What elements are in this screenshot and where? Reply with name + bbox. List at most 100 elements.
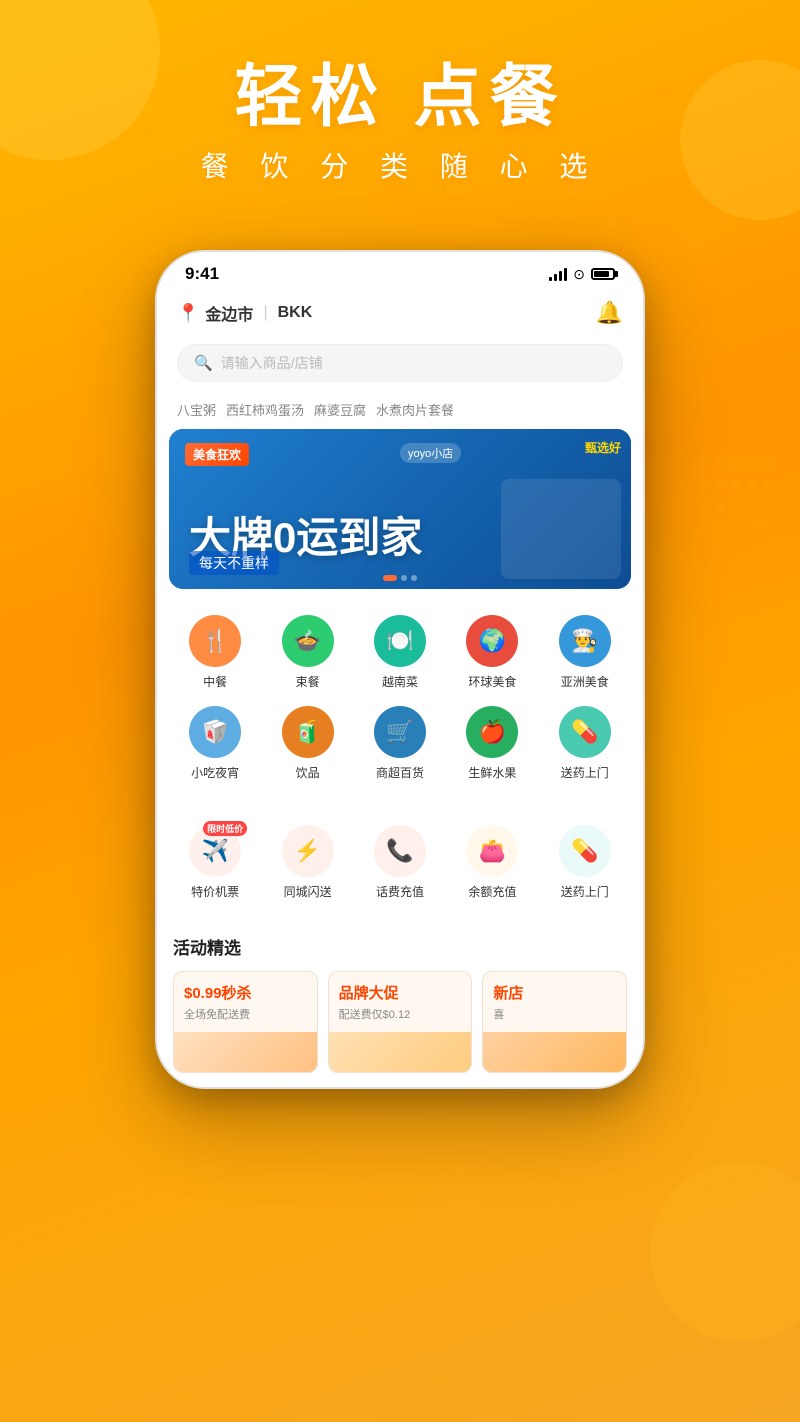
quick-tag-2[interactable]: 西红柿鸡蛋汤 [226,400,304,419]
cat-medicine-icon: 💊 [559,706,611,758]
activity-card-1-desc: 全场免配送费 [184,1006,307,1022]
service-flash[interactable]: ⚡ 同城闪送 [268,825,348,900]
activity-card-1[interactable]: $0.99秒杀 全场免配送费 [173,971,318,1073]
activity-card-3-visual [483,1032,626,1072]
cat-drinks-label: 饮品 [296,764,320,781]
hero-text-area: 轻松 点餐 餐 饮 分 类 随 心 选 [0,60,800,185]
location-divider: | [263,304,267,322]
cat-asian-icon: 👨‍🍳 [559,615,611,667]
service-medicine-delivery[interactable]: 💊 送药上门 [545,825,625,900]
cat-supermarket[interactable]: 🛒 商超百货 [360,706,440,781]
location-area[interactable]: 📍 金边市 | BKK [177,301,312,325]
cat-fresh-label: 生鲜水果 [468,764,516,781]
service-flights[interactable]: 限时低价 ✈️ 特价机票 [175,825,255,900]
cat-khmer-icon: 🍲 [282,615,334,667]
service-medicine-icon-wrap: 💊 [559,825,611,877]
quick-tag-4[interactable]: 水煮肉片套餐 [376,400,454,419]
service-flights-label: 特价机票 [191,883,239,900]
services-section: 限时低价 ✈️ 特价机票 ⚡ 同城闪送 📞 话费充值 [157,813,643,912]
hero-title: 轻松 点餐 [0,60,800,135]
quick-tag-3[interactable]: 麻婆豆腐 [314,400,366,419]
banner-promo-text: 甄选好 [585,439,621,456]
banner-dot-1 [383,575,397,581]
category-row-1: 🍴 中餐 🍲 束餐 🍽️ 越南菜 [169,615,631,690]
app-header: 📍 金边市 | BKK 🔔 [157,290,643,336]
service-flash-label: 同城闪送 [284,883,332,900]
cat-medicine-label: 送药上门 [561,764,609,781]
cat-drinks[interactable]: 🧃 饮品 [268,706,348,781]
cat-medicine[interactable]: 💊 送药上门 [545,706,625,781]
cat-chinese[interactable]: 🍴 中餐 [175,615,255,690]
medicine-icon: 💊 [571,838,598,864]
city-name: 金边市 [205,301,253,325]
phone-mockup: 9:41 ⊙ 📍 金边市 | BKK [155,250,645,1089]
status-icons: ⊙ [549,266,615,283]
service-wallet[interactable]: 👛 余额充值 [452,825,532,900]
cat-supermarket-label: 商超百货 [376,764,424,781]
banner-food-decoration [501,479,621,579]
banner-badge: 美食狂欢 [185,443,249,466]
cat-chinese-label: 中餐 [203,673,227,690]
location-code: BKK [278,304,313,322]
flash-icon: ⚡ [294,838,321,864]
cat-vietnamese-label: 越南菜 [382,673,418,690]
service-phone[interactable]: 📞 话费充值 [360,825,440,900]
cat-drinks-icon: 🧃 [282,706,334,758]
deco-dots [700,460,780,540]
banner-dots [383,575,417,581]
banner-dot-3 [411,575,417,581]
cat-world-icon: 🌍 [466,615,518,667]
cat-vietnamese[interactable]: 🍽️ 越南菜 [360,615,440,690]
search-input[interactable]: 🔍 请输入商品/店铺 [177,344,623,382]
plane-icon: ✈️ [201,838,228,864]
service-wallet-label: 余额充值 [468,883,516,900]
search-bar-container: 🔍 请输入商品/店铺 [157,336,643,394]
cat-fresh-icon: 🍎 [466,706,518,758]
cat-fresh[interactable]: 🍎 生鲜水果 [452,706,532,781]
cat-asian[interactable]: 👨‍🍳 亚洲美食 [545,615,625,690]
status-bar: 9:41 ⊙ [157,252,643,290]
battery-icon [591,268,615,280]
cat-snack-icon: 🥡 [189,706,241,758]
wallet-icon: 👛 [479,838,506,864]
activity-section-title: 活动精选 [173,934,627,959]
activity-section: 活动精选 $0.99秒杀 全场免配送费 品牌大促 配送费仅$0.12 [157,920,643,1087]
activity-card-2-visual [329,1032,472,1072]
activity-card-1-price: $0.99秒杀 [184,982,307,1003]
hero-subtitle: 餐 饮 分 类 随 心 选 [0,145,800,185]
food-categories: 🍴 中餐 🍲 束餐 🍽️ 越南菜 [157,599,643,805]
location-pin-icon: 📍 [177,303,199,324]
category-row-2: 🥡 小吃夜宵 🧃 饮品 🛒 商超百货 [169,706,631,781]
cat-khmer[interactable]: 🍲 束餐 [268,615,348,690]
cat-snack-label: 小吃夜宵 [191,764,239,781]
search-placeholder: 请输入商品/店铺 [221,353,323,373]
cat-snack[interactable]: 🥡 小吃夜宵 [175,706,255,781]
cat-chinese-icon: 🍴 [189,615,241,667]
service-flights-badge: 限时低价 [203,821,247,836]
quick-tags-row: 八宝粥 西红柿鸡蛋汤 麻婆豆腐 水煮肉片套餐 [157,394,643,429]
signal-icon [549,267,567,281]
service-flash-icon-wrap: ⚡ [282,825,334,877]
activity-card-3[interactable]: 新店 喜 [482,971,627,1073]
activity-card-3-price: 新店 [493,982,616,1003]
cat-khmer-label: 束餐 [296,673,320,690]
phone-icon: 📞 [386,838,413,864]
activity-cards-row: $0.99秒杀 全场免配送费 品牌大促 配送费仅$0.12 新店 喜 [173,971,627,1073]
search-icon: 🔍 [194,354,213,372]
quick-tag-1[interactable]: 八宝粥 [177,400,216,419]
service-wallet-icon-wrap: 👛 [466,825,518,877]
service-row: 限时低价 ✈️ 特价机票 ⚡ 同城闪送 📞 话费充值 [169,825,631,900]
banner-dot-2 [401,575,407,581]
status-time: 9:41 [185,264,219,284]
cat-world[interactable]: 🌍 环球美食 [452,615,532,690]
notification-bell-icon[interactable]: 🔔 [596,300,623,326]
cat-world-label: 环球美食 [468,673,516,690]
promo-banner[interactable]: 美食狂欢 yoyo小店 甄选好 大牌0运到家 每天不重样 [169,429,631,589]
activity-card-2-desc: 配送费仅$0.12 [339,1006,462,1022]
phone-frame: 9:41 ⊙ 📍 金边市 | BKK [155,250,645,1089]
activity-card-2[interactable]: 品牌大促 配送费仅$0.12 [328,971,473,1073]
wifi-icon: ⊙ [573,266,585,283]
service-phone-label: 话费充值 [376,883,424,900]
cat-supermarket-icon: 🛒 [374,706,426,758]
service-phone-icon-wrap: 📞 [374,825,426,877]
